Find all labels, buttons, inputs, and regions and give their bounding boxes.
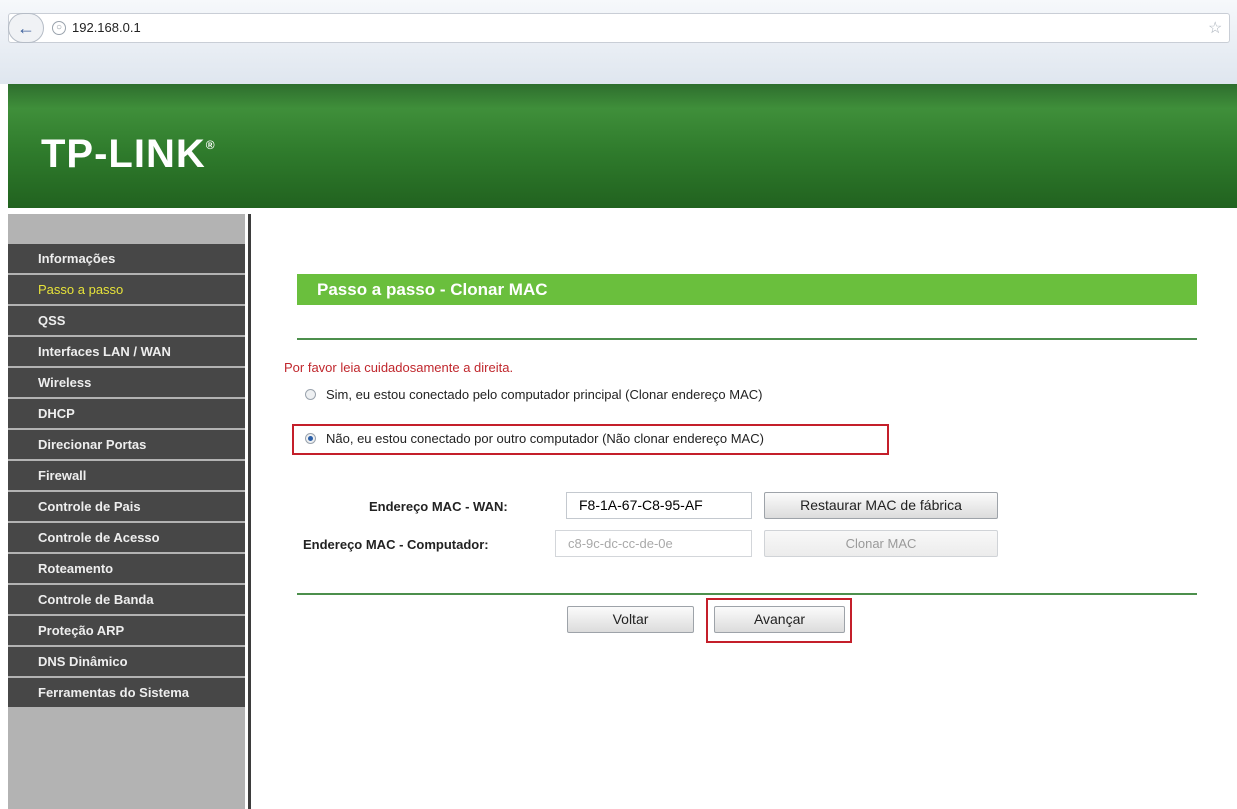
sidebar-item-controle-de-acesso[interactable]: Controle de Acesso xyxy=(8,523,245,552)
sidebar-item-ferramentas-do-sistema[interactable]: Ferramentas do Sistema xyxy=(8,678,245,707)
sidebar-item-protecao-arp[interactable]: Proteção ARP xyxy=(8,616,245,645)
option-clone-mac[interactable]: Sim, eu estou conectado pelo computador … xyxy=(305,387,762,402)
clone-mac-button: Clonar MAC xyxy=(764,530,998,557)
globe-icon: ○ xyxy=(52,21,66,35)
sidebar-menu: Informações Passo a passo QSS Interfaces… xyxy=(8,244,245,709)
option-no-clone-mac-label: Não, eu estou conectado por outro comput… xyxy=(326,431,764,446)
sidebar-item-dns-dinamico[interactable]: DNS Dinâmico xyxy=(8,647,245,676)
sidebar-item-firewall[interactable]: Firewall xyxy=(8,461,245,490)
back-arrow-icon[interactable]: ← xyxy=(8,13,44,43)
sidebar-item-wireless[interactable]: Wireless xyxy=(8,368,245,397)
option-no-clone-mac[interactable]: Não, eu estou conectado por outro comput… xyxy=(305,431,764,446)
sidebar-item-qss[interactable]: QSS xyxy=(8,306,245,335)
next-button[interactable]: Avançar xyxy=(714,606,845,633)
sidebar-item-interfaces-lan-wan[interactable]: Interfaces LAN / WAN xyxy=(8,337,245,366)
restore-mac-button[interactable]: Restaurar MAC de fábrica xyxy=(764,492,998,519)
radio-no-clone-mac[interactable] xyxy=(305,433,316,444)
sidebar-item-roteamento[interactable]: Roteamento xyxy=(8,554,245,583)
warning-text: Por favor leia cuidadosamente a direita. xyxy=(284,360,514,375)
sidebar-item-controle-de-pais[interactable]: Controle de Pais xyxy=(8,492,245,521)
bottom-divider xyxy=(297,593,1197,595)
bookmark-star-icon[interactable]: ☆ xyxy=(1208,18,1222,38)
sidebar-item-direcionar-portas[interactable]: Direcionar Portas xyxy=(8,430,245,459)
sidebar-item-passo-a-passo[interactable]: Passo a passo xyxy=(8,275,245,304)
sidebar-item-dhcp[interactable]: DHCP xyxy=(8,399,245,428)
pc-mac-input: c8-9c-dc-cc-de-0e xyxy=(555,530,752,557)
back-button[interactable]: Voltar xyxy=(567,606,694,633)
sidebar-item-informacoes[interactable]: Informações xyxy=(8,244,245,273)
tp-link-logo: TP-LINK® xyxy=(41,132,216,176)
router-header: TP-LINK® xyxy=(8,84,1237,208)
sidebar: Informações Passo a passo QSS Interfaces… xyxy=(8,214,245,809)
address-bar[interactable] xyxy=(8,13,1230,43)
url-text[interactable]: 192.168.0.1 xyxy=(72,20,141,35)
sidebar-divider xyxy=(248,214,251,809)
page-title: Passo a passo - Clonar MAC xyxy=(297,274,1197,305)
pc-mac-label: Endereço MAC - Computador: xyxy=(303,537,489,552)
wan-mac-label: Endereço MAC - WAN: xyxy=(369,499,508,514)
option-clone-mac-label: Sim, eu estou conectado pelo computador … xyxy=(326,387,763,402)
sidebar-item-controle-de-banda[interactable]: Controle de Banda xyxy=(8,585,245,614)
top-divider xyxy=(297,338,1197,340)
wan-mac-input[interactable]: F8-1A-67-C8-95-AF xyxy=(566,492,752,519)
radio-clone-mac[interactable] xyxy=(305,389,316,400)
